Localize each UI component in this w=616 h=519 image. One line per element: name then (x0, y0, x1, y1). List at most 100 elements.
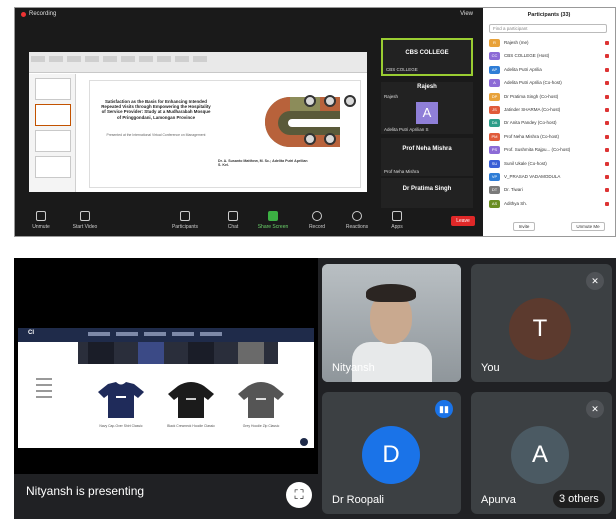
video-tile-cbs-college[interactable]: CBS COLLEGE CBS COLLEGE (381, 38, 473, 76)
share-screen-icon (268, 211, 278, 221)
black-hoodie-image[interactable] (166, 380, 216, 420)
participant-row[interactable]: A Adelita Putri Aprilia (Co-host) (489, 78, 611, 88)
record-button[interactable]: Record (295, 210, 339, 234)
tile-name: Dr Pratima Singh (402, 186, 452, 192)
gear-icon (304, 133, 316, 145)
participant-row[interactable]: AP Adelita Putri Aprilia (489, 65, 611, 75)
participant-name: Dr Anita Pandey (Co-host) (504, 120, 557, 126)
participants-panel: Participants (33) Find a participant R Ra… (483, 8, 615, 236)
tile-name: Prof Neha Mishra (402, 146, 452, 152)
slide-thumbnail[interactable] (35, 130, 71, 152)
participant-row[interactable]: AS Adithya Sh. (489, 199, 611, 209)
participants-button[interactable]: Participants (163, 210, 207, 234)
participant-avatar: JS (489, 106, 500, 114)
participant-name: Sunil Ukale (Co-host) (504, 160, 547, 166)
mic-muted-icon (605, 134, 609, 139)
zoom-window: Recording View Satisfaction as the Basis… (14, 7, 616, 237)
participant-name: V_PRASAD VADAMODULA (504, 174, 561, 179)
participant-avatar: R (489, 39, 500, 47)
mic-muted-icon (605, 175, 609, 179)
slide-authors: Dr. A. Susanto Matthew, M. Sc.; Adelita … (218, 159, 308, 168)
participant-tile-dr-roopali[interactable]: D ▮▮ Dr Roopali (322, 392, 461, 514)
navy-shirt-image[interactable] (96, 380, 146, 420)
participant-tile-you[interactable]: T ✕ You (471, 264, 612, 382)
tile-name: CBS COLLEGE (405, 50, 449, 56)
mic-muted-icon (605, 41, 609, 45)
person-hair (366, 284, 416, 302)
unmute-button[interactable]: Unmute (19, 210, 63, 234)
mic-muted-icon (605, 121, 609, 126)
tile-sublabel: Adelita Putri Aprilian S (384, 127, 429, 132)
view-label[interactable]: View (460, 11, 473, 17)
participant-row[interactable]: R Rajesh (me) (489, 38, 611, 48)
slide-thumbnail[interactable] (35, 78, 71, 100)
current-slide: Satisfaction as the Basis for Enhancing … (89, 80, 361, 188)
mic-muted-icon (605, 108, 609, 112)
participant-row[interactable]: VP V_PRASAD VADAMODULA (489, 172, 611, 182)
record-icon (312, 211, 322, 221)
participant-avatar: DA (489, 119, 500, 128)
product-grid: Navy Cap-Over Shirt Classic Black Crewne… (18, 368, 314, 448)
leave-button[interactable]: Leave (451, 216, 475, 226)
participant-tile-apurva[interactable]: A ✕ Apurva 3 others (471, 392, 612, 514)
mic-off-icon (36, 211, 46, 221)
participant-row[interactable]: DA Dr Anita Pandey (Co-host) (489, 118, 611, 128)
participant-tile-nityansh[interactable]: Nityansh (322, 264, 461, 382)
gear-icon (344, 95, 356, 107)
site-logo: CI (28, 330, 34, 336)
video-tile-neha[interactable]: Prof Neha Mishra Prof Neha Mishra (381, 138, 473, 176)
participant-row[interactable]: PS Prof. Sushmita Rajpu... (Co-host) (489, 145, 611, 155)
mic-muted-icon (605, 161, 609, 166)
speaking-indicator-icon: ▮▮ (435, 400, 453, 418)
mic-muted-icon (605, 94, 609, 99)
slide-subtitle: Presented at the International Virtual C… (106, 133, 206, 137)
slide-thumbnails[interactable] (29, 74, 76, 192)
participant-avatar: AS (489, 199, 500, 208)
avatar: A (416, 102, 438, 124)
apps-icon (392, 211, 402, 221)
tile-label: Rajesh (384, 94, 399, 99)
start-video-button[interactable]: Start Video (63, 210, 107, 234)
participant-name: Adelita Putri Aprilia (504, 66, 542, 72)
participant-row[interactable]: SU Sunil Ukale (Co-host) (489, 159, 611, 169)
mic-off-icon: ✕ (586, 272, 604, 290)
apps-button[interactable]: Apps (375, 210, 419, 234)
slide-thumbnail-selected[interactable] (35, 104, 71, 126)
participant-avatar: DP (489, 92, 500, 101)
participant-search-input[interactable]: Find a participant (489, 24, 607, 33)
participant-name: Dr. Tiwari (504, 187, 523, 193)
slide-thumbnail[interactable] (35, 156, 71, 178)
participant-name: CBS COLLEGE (Host) (504, 53, 550, 59)
participant-name: Nityansh (332, 362, 375, 374)
grey-hoodie-image[interactable] (236, 380, 286, 420)
participant-name: Prof. Sushmita Rajpu... (Co-host) (504, 147, 571, 153)
chat-icon (228, 211, 238, 221)
participant-avatar: PM (489, 132, 500, 141)
chat-button[interactable]: Chat (211, 210, 255, 234)
tile-name: Rajesh (417, 84, 437, 90)
participant-avatar: SU (489, 159, 500, 168)
gear-icon (324, 95, 336, 107)
slide-title: Satisfaction as the Basis for Enhancing … (101, 99, 211, 120)
fullscreen-icon[interactable]: ⛶ (286, 482, 312, 508)
participant-name: Adelita Putri Aprilia (Co-host) (504, 80, 562, 86)
participant-name: Dr Pratima Singh (Co-host) (504, 93, 559, 99)
participant-row[interactable]: PM Prof Neha Mishra (Co-host) (489, 132, 611, 142)
unmute-me-button[interactable]: Unmute Me (571, 222, 605, 231)
share-screen-button[interactable]: Share Screen (251, 210, 295, 234)
shared-website: CI Navy Cap-Over Shirt Classic Black Cre… (18, 328, 314, 448)
presenting-label: Nityansh is presenting (26, 484, 145, 498)
participant-row[interactable]: JS Jatinder SHARMA (Co-host) (489, 105, 611, 115)
reactions-button[interactable]: Reactions (335, 210, 379, 234)
others-count-button[interactable]: 3 others (553, 490, 605, 508)
participant-name: Prof Neha Mishra (Co-host) (504, 133, 560, 139)
screen-share-area: CI Navy Cap-Over Shirt Classic Black Cre… (14, 258, 318, 474)
participant-name: Jatinder SHARMA (Co-host) (504, 107, 561, 112)
participant-row[interactable]: DP Dr Pratima Singh (Co-host) (489, 92, 611, 102)
participant-row[interactable]: CC CBS COLLEGE (Host) (489, 51, 611, 61)
chat-bubble-icon[interactable] (300, 438, 308, 446)
participant-row[interactable]: DT Dr. Tiwari (489, 185, 611, 195)
video-tile-rajesh[interactable]: Rajesh Rajesh A Adelita Putri Aprilian S (381, 82, 473, 134)
invite-button[interactable]: Invite (513, 222, 535, 231)
people-icon (180, 211, 190, 221)
